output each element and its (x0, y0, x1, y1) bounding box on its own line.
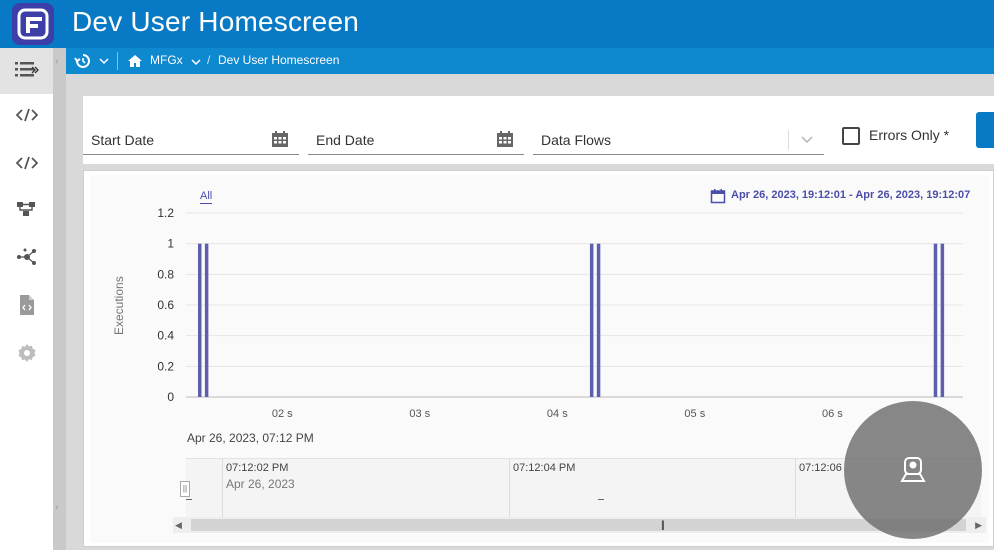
navigator-label: 07:12:06 (799, 462, 842, 474)
y-tick-label: 1.2 (157, 206, 174, 220)
errors-only-label: Errors Only * (869, 127, 950, 143)
scroll-right-icon[interactable]: ▶ (975, 520, 982, 531)
nav-gridline (222, 459, 223, 521)
y-tick-label: 0.2 (157, 359, 174, 373)
sidebar-item-code-2[interactable] (0, 142, 53, 188)
data-flows-select[interactable]: Data Flows (533, 122, 824, 155)
apply-button[interactable] (976, 112, 994, 148)
sidebar-item-hierarchy[interactable] (0, 188, 53, 234)
bar[interactable] (596, 243, 601, 397)
sidebar-item-settings[interactable] (0, 332, 53, 378)
start-date-label: Start Date (91, 132, 155, 148)
sidebar-item-menu-toggle[interactable] (0, 48, 53, 94)
navigator-sub-label: Apr 26, 2023 (226, 477, 295, 491)
y-tick-label: 0.4 (157, 329, 174, 343)
y-tick-label: 0.8 (157, 267, 174, 281)
errors-only-checkbox[interactable] (842, 127, 860, 145)
divider (117, 52, 118, 70)
navigator-mark (186, 499, 192, 500)
x-tick-label: 06 s (822, 408, 843, 420)
list-expand-icon (13, 59, 41, 84)
home-icon[interactable] (126, 52, 144, 75)
start-date-field[interactable]: Start Date (83, 122, 299, 155)
filter-panel: Start Date End Date Data Flows Errors On… (83, 96, 994, 164)
axis-date-label: Apr 26, 2023, 07:12 PM (187, 431, 314, 445)
nav-gridline (795, 459, 796, 521)
x-tick-label: 05 s (684, 408, 705, 420)
bar[interactable] (933, 243, 938, 397)
nav-gridline (509, 459, 510, 521)
chevron-down-icon[interactable] (800, 132, 814, 150)
chevron-down-icon[interactable] (190, 55, 202, 73)
breadcrumb-root[interactable]: MFGx (150, 53, 183, 67)
navigator-label: 07:12:04 PM (513, 462, 576, 474)
scroll-left-icon[interactable]: ◀ (175, 520, 182, 531)
chevron-right-icon: › (55, 56, 59, 67)
code-icon (15, 107, 38, 128)
hierarchy-icon (16, 200, 38, 223)
breadcrumb-separator: / (207, 53, 211, 67)
sidebar-collapse-strip[interactable]: › › (53, 48, 66, 550)
x-tick-label: 03 s (409, 408, 430, 420)
network-icon (16, 247, 38, 272)
bar[interactable] (589, 243, 594, 397)
sidebar (0, 48, 53, 550)
gear-icon (16, 342, 38, 369)
assistant-overlay-button[interactable] (844, 401, 982, 539)
bar[interactable] (940, 243, 945, 397)
code-file-icon (18, 294, 36, 321)
app-logo[interactable] (12, 3, 54, 45)
bar[interactable] (198, 243, 202, 397)
navigator-left-handle[interactable]: || (180, 481, 190, 497)
calendar-icon[interactable] (496, 130, 514, 153)
navigator-mark (598, 499, 604, 500)
sidebar-item-code-file[interactable] (0, 284, 53, 330)
breadcrumb: MFGx / Dev User Homescreen (66, 48, 994, 74)
calendar-icon[interactable] (271, 130, 289, 153)
y-tick-label: 0.6 (157, 298, 174, 312)
chevron-right-icon: › (55, 502, 59, 513)
code-icon (15, 155, 38, 176)
x-tick-label: 04 s (547, 408, 568, 420)
data-flows-label: Data Flows (541, 132, 612, 148)
breadcrumb-current: Dev User Homescreen (218, 53, 340, 67)
app-header: Dev User Homescreen (0, 0, 994, 48)
sidebar-item-code[interactable] (0, 94, 53, 140)
grip-icon: ||| (661, 520, 665, 531)
bar[interactable] (204, 243, 209, 397)
history-icon[interactable] (74, 52, 92, 75)
divider (788, 130, 789, 150)
end-date-label: End Date (316, 132, 375, 148)
app-title: Dev User Homescreen (72, 6, 359, 37)
end-date-field[interactable]: End Date (308, 122, 524, 155)
navigator-label: 07:12:02 PM (226, 462, 289, 474)
y-tick-label: 1 (167, 237, 174, 251)
chevron-down-icon[interactable] (98, 54, 110, 72)
sidebar-item-network[interactable] (0, 236, 53, 282)
scrollbar-thumb[interactable]: ||| (191, 519, 966, 531)
x-tick-label: 02 s (272, 408, 293, 420)
y-tick-label: 0 (167, 390, 174, 404)
chart-plot: 1.2 1 0.8 0.6 0.4 0.2 0 02 s 03 s 04 s 05 s 06 s (157, 206, 963, 420)
